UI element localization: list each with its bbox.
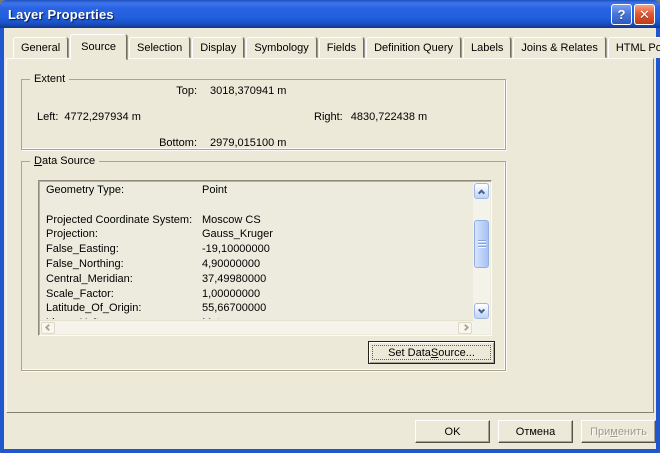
extent-left-value: 4772,297934 m xyxy=(64,111,140,123)
property-value: Gauss_Kruger xyxy=(202,227,273,242)
scroll-up-button[interactable] xyxy=(474,183,489,199)
cancel-button[interactable]: Отмена xyxy=(498,420,573,443)
property-label: Central_Meridian: xyxy=(41,272,202,287)
tab-selection[interactable]: Selection xyxy=(129,37,190,58)
extent-left-row: Left: 4772,297934 m xyxy=(37,111,141,123)
property-row: Central_Meridian:37,49980000 xyxy=(41,272,472,287)
property-value: 1,00000000 xyxy=(202,287,260,302)
scroll-down-button[interactable] xyxy=(474,303,489,319)
window-title: Layer Properties xyxy=(0,7,114,22)
extent-top-row: Top: 3018,370941 m xyxy=(117,85,286,97)
vertical-scrollbar-thumb[interactable] xyxy=(474,220,489,268)
property-label: Scale_Factor: xyxy=(41,287,202,302)
property-row: Projected Coordinate System:Moscow CS xyxy=(41,213,472,228)
dialog-content: General Source Selection Display Symbolo… xyxy=(4,28,656,449)
extent-top-value: 3018,370941 m xyxy=(210,85,286,97)
tab-symbology[interactable]: Symbology xyxy=(246,37,316,58)
chevron-down-icon xyxy=(478,306,485,313)
tab-html-popup[interactable]: HTML Popup xyxy=(608,37,660,58)
tab-fields[interactable]: Fields xyxy=(319,37,364,58)
question-mark-icon: ? xyxy=(618,7,626,22)
property-label: Linear Unit: xyxy=(41,316,202,319)
property-label: Geometry Type: xyxy=(41,183,202,198)
extent-bottom-label: Bottom: xyxy=(117,137,197,149)
property-label: Latitude_Of_Origin: xyxy=(41,301,202,316)
close-button[interactable]: ✕ xyxy=(634,4,655,25)
titlebar-buttons: ? ✕ xyxy=(611,4,655,25)
tab-display[interactable]: Display xyxy=(192,37,244,58)
tab-source[interactable]: Source xyxy=(70,34,127,60)
data-source-group-label: Data Source xyxy=(30,155,99,168)
vertical-scrollbar[interactable] xyxy=(473,182,490,320)
data-source-listbox[interactable]: Geometry Type:Point Projected Coordinate… xyxy=(38,180,492,336)
ok-button[interactable]: OK xyxy=(415,420,490,443)
extent-bottom-row: Bottom: 2979,015100 m xyxy=(117,137,286,149)
source-tab-page: Extent Top: 3018,370941 m Left: 4772,297… xyxy=(6,58,654,413)
property-value: 37,49980000 xyxy=(202,272,266,287)
extent-group: Extent Top: 3018,370941 m Left: 4772,297… xyxy=(21,79,506,150)
property-value: 4,90000000 xyxy=(202,257,260,272)
property-row: False_Easting:-19,10000000 xyxy=(41,242,472,257)
extent-bottom-value: 2979,015100 m xyxy=(210,137,286,149)
extent-right-label: Right: xyxy=(314,111,343,123)
extent-group-label: Extent xyxy=(30,73,69,86)
property-value: 55,66700000 xyxy=(202,301,266,316)
property-label xyxy=(41,198,202,213)
title-bar[interactable]: Layer Properties ? ✕ xyxy=(0,0,660,28)
property-label: Projected Coordinate System: xyxy=(41,213,202,228)
property-row: Projection:Gauss_Kruger xyxy=(41,227,472,242)
tab-labels[interactable]: Labels xyxy=(463,37,511,58)
extent-right-value: 4830,722438 m xyxy=(351,111,427,123)
property-row: Geometry Type:Point xyxy=(41,183,472,198)
extent-right-row: Right: 4830,722438 m xyxy=(314,111,427,123)
tab-joins-relates[interactable]: Joins & Relates xyxy=(513,37,605,58)
extent-left-label: Left: xyxy=(37,111,58,123)
chevron-right-icon xyxy=(461,324,468,331)
property-label: False_Northing: xyxy=(41,257,202,272)
property-value: Moscow CS xyxy=(202,213,261,228)
data-source-group: Data Source Geometry Type:Point Projecte… xyxy=(21,161,506,371)
thumb-grip-icon xyxy=(478,240,486,248)
chevron-up-icon xyxy=(478,189,485,196)
property-row: Latitude_Of_Origin:55,66700000 xyxy=(41,301,472,316)
property-value: Point xyxy=(202,183,227,198)
tab-general[interactable]: General xyxy=(13,37,68,58)
data-source-properties: Geometry Type:Point Projected Coordinate… xyxy=(41,183,472,319)
property-value: -19,10000000 xyxy=(202,242,270,257)
property-label: False_Easting: xyxy=(41,242,202,257)
property-row: False_Northing:4,90000000 xyxy=(41,257,472,272)
apply-button[interactable]: Применить xyxy=(581,420,656,443)
scrollbar-corner xyxy=(473,320,490,334)
close-icon: ✕ xyxy=(639,7,650,23)
layer-properties-dialog: Layer Properties ? ✕ General Source Sele… xyxy=(0,0,660,453)
chevron-left-icon xyxy=(44,324,51,331)
focus-rectangle xyxy=(372,345,491,360)
set-data-source-button[interactable]: Set Data Source... xyxy=(368,341,495,364)
property-label: Projection: xyxy=(41,227,202,242)
scroll-left-button[interactable] xyxy=(41,322,55,334)
tab-definition-query[interactable]: Definition Query xyxy=(366,37,461,58)
horizontal-scrollbar[interactable] xyxy=(40,320,473,334)
property-row: Linear Unit:Meter xyxy=(41,316,472,319)
property-value: Meter xyxy=(202,316,230,319)
extent-top-label: Top: xyxy=(117,85,197,97)
property-row: Scale_Factor:1,00000000 xyxy=(41,287,472,302)
help-button[interactable]: ? xyxy=(611,4,632,25)
property-row xyxy=(41,198,472,213)
scroll-right-button[interactable] xyxy=(458,322,472,334)
tab-strip: General Source Selection Display Symbolo… xyxy=(13,34,660,58)
